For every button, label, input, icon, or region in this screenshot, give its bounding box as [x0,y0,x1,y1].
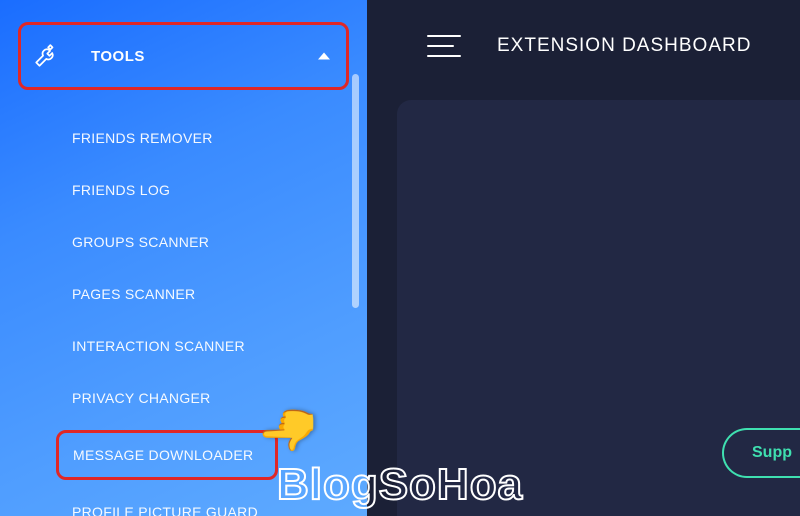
highlight-box: MESSAGE DOWNLOADER [56,430,278,480]
sidebar: TOOLS FRIENDS REMOVER FRIENDS LOG GROUPS… [0,0,367,516]
sidebar-item-label: FRIENDS LOG [72,182,170,198]
sidebar-item-profile-picture-guard[interactable]: PROFILE PICTURE GUARD [0,486,367,516]
topbar: EXTENSION DASHBOARD [367,0,800,92]
chevron-up-icon [318,53,330,60]
support-button-label: Supp [752,444,792,461]
sidebar-item-label: GROUPS SCANNER [72,234,209,250]
sidebar-item-friends-remover[interactable]: FRIENDS REMOVER [0,112,367,164]
sidebar-menu: FRIENDS REMOVER FRIENDS LOG GROUPS SCANN… [0,112,367,516]
sidebar-item-privacy-changer[interactable]: PRIVACY CHANGER [0,372,367,424]
sidebar-item-label: MESSAGE DOWNLOADER [73,447,253,463]
sidebar-item-label: INTERACTION SCANNER [72,338,245,354]
sidebar-tools-header[interactable]: TOOLS [18,22,349,90]
sidebar-item-pages-scanner[interactable]: PAGES SCANNER [0,268,367,320]
sidebar-item-message-downloader[interactable]: MESSAGE DOWNLOADER [0,424,367,486]
content-panel: Supp [397,100,800,516]
sidebar-item-label: PROFILE PICTURE GUARD [72,504,258,516]
app-root: TOOLS FRIENDS REMOVER FRIENDS LOG GROUPS… [0,0,800,516]
page-title: EXTENSION DASHBOARD [497,35,751,57]
sidebar-item-label: FRIENDS REMOVER [72,130,213,146]
tools-icon [29,39,63,73]
sidebar-item-friends-log[interactable]: FRIENDS LOG [0,164,367,216]
hamburger-icon[interactable] [427,35,461,57]
support-button[interactable]: Supp [722,428,800,478]
sidebar-scrollbar[interactable] [352,74,359,308]
sidebar-tools-label: TOOLS [91,48,145,65]
sidebar-item-interaction-scanner[interactable]: INTERACTION SCANNER [0,320,367,372]
sidebar-item-label: PAGES SCANNER [72,286,195,302]
sidebar-item-groups-scanner[interactable]: GROUPS SCANNER [0,216,367,268]
main-area: EXTENSION DASHBOARD Supp [367,0,800,516]
sidebar-item-label: PRIVACY CHANGER [72,390,211,406]
